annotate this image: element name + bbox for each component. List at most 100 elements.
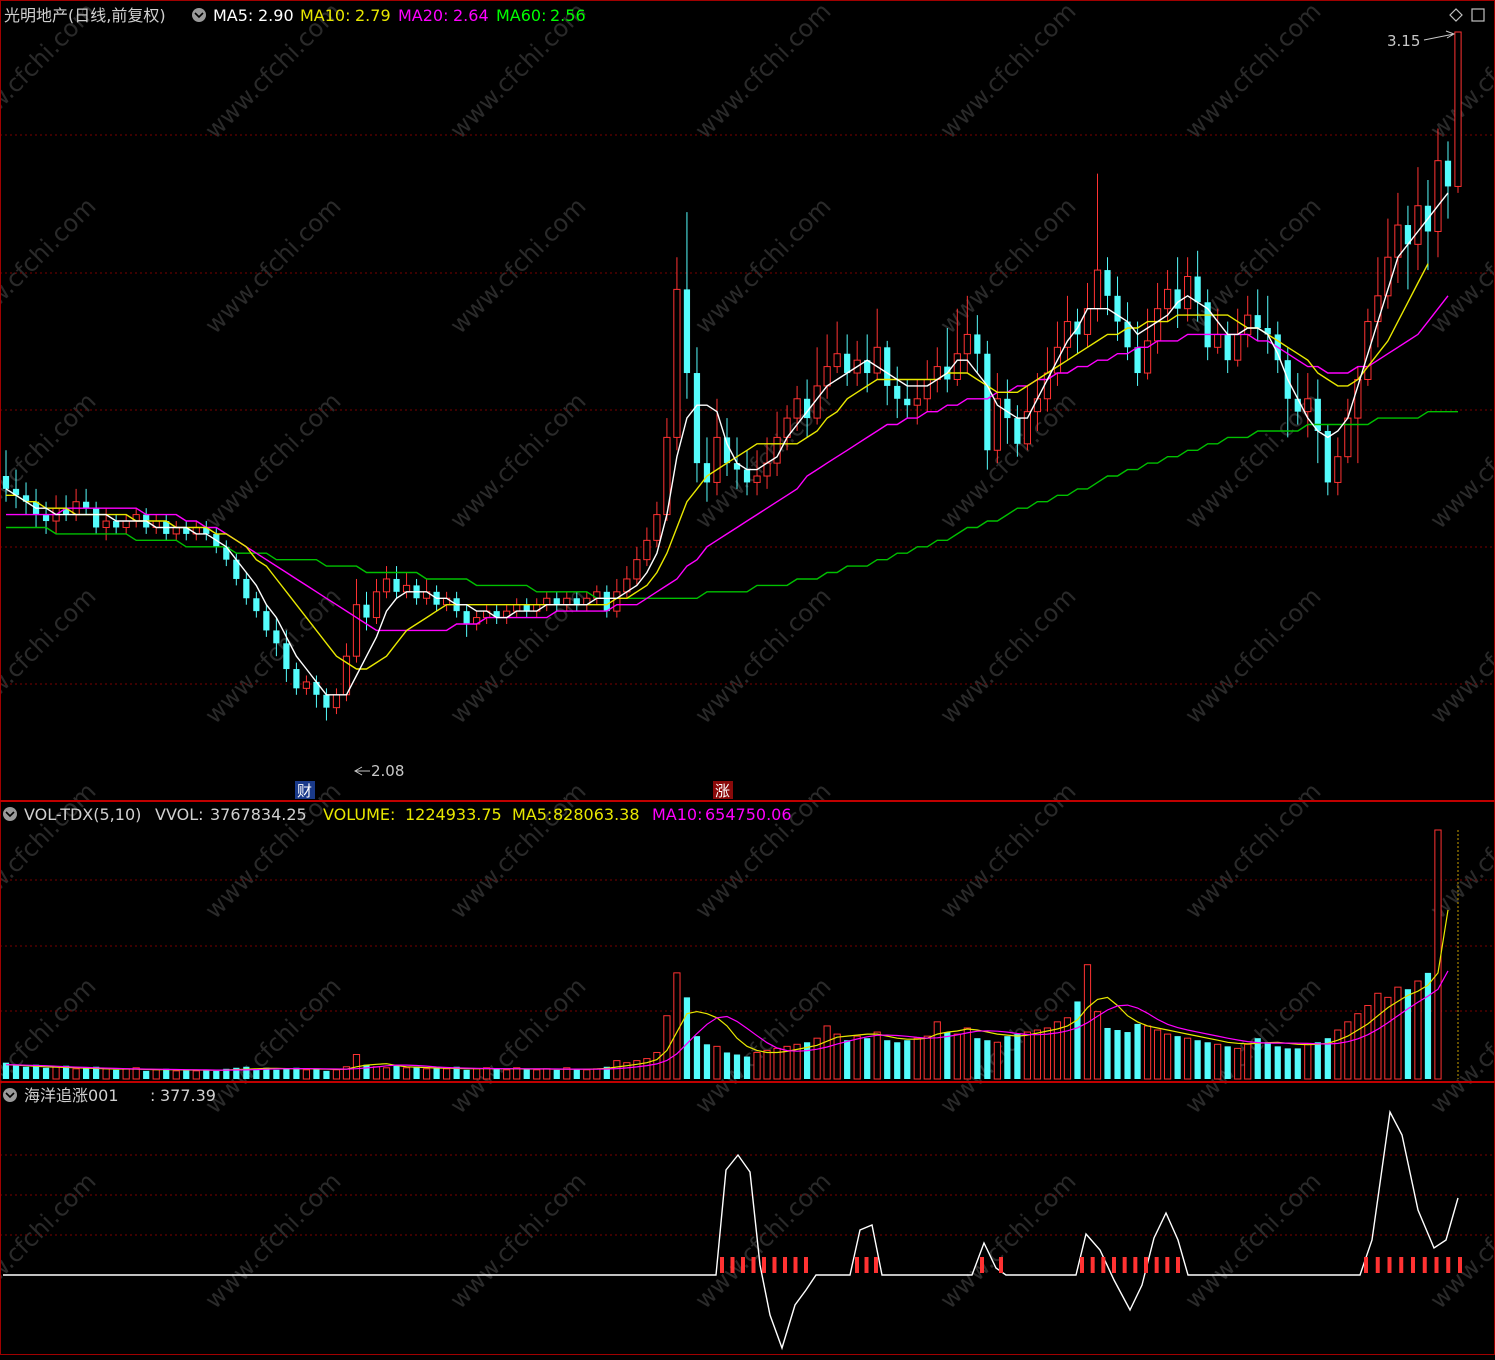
volume-bar: [733, 1054, 741, 1079]
candle-body: [523, 604, 530, 612]
volume-bar: [904, 1040, 911, 1079]
volume-bar: [443, 1068, 451, 1080]
candle-body: [1134, 347, 1141, 374]
candle-body: [823, 366, 831, 387]
volume-bar: [113, 1069, 120, 1079]
volume-bar: [1294, 1048, 1301, 1079]
candle-body: [243, 578, 250, 599]
candle-body: [463, 611, 470, 624]
signal-bar: [1375, 1257, 1380, 1273]
volume-bar: [372, 1066, 381, 1080]
volume-bar: [293, 1067, 300, 1079]
candle-body: [113, 521, 120, 528]
signal-bar: [793, 1257, 798, 1273]
candle-body: [273, 630, 280, 644]
candle-body: [553, 598, 560, 605]
candle-body: [372, 591, 381, 619]
volume-bar: [683, 997, 691, 1079]
volume-bar: [1304, 1043, 1312, 1080]
volume-bar: [884, 1040, 891, 1079]
vvol-value: 3767834.25: [210, 805, 307, 824]
volume-bar: [1244, 1043, 1252, 1080]
volume-bar: [483, 1067, 491, 1080]
volume-bar: [172, 1070, 180, 1080]
volume-bar: [1214, 1043, 1222, 1080]
candle-body: [1104, 270, 1111, 296]
volume-bar: [1023, 1031, 1032, 1080]
dropdown-icon[interactable]: [192, 8, 206, 22]
signal-bar: [804, 1257, 808, 1273]
volume-ma10-label: MA10:: [652, 805, 703, 824]
candle-body: [653, 514, 661, 541]
volume-bar: [1434, 829, 1442, 1080]
volume-bar: [864, 1038, 871, 1079]
candle-body: [402, 584, 411, 593]
volume-bar: [1124, 1032, 1131, 1079]
candle-body: [1434, 160, 1442, 232]
signal-bar: [1090, 1257, 1095, 1273]
signal-bar: [1399, 1257, 1404, 1273]
volume-bar: [1104, 1027, 1111, 1079]
volume-bar: [12, 1064, 20, 1079]
candle-body: [923, 378, 931, 400]
volume-bar: [1163, 1033, 1172, 1080]
signal-bar: [999, 1257, 1003, 1273]
volume-bar: [763, 1049, 771, 1080]
volume-bar: [463, 1069, 470, 1079]
volume-bar: [302, 1069, 311, 1080]
indicator-dropdown-icon[interactable]: [3, 1088, 17, 1102]
candle-body: [1004, 398, 1011, 419]
volume-bar: [953, 1033, 961, 1080]
candle-body: [603, 591, 610, 612]
candle-body: [1304, 398, 1312, 413]
candle-body: [1454, 31, 1462, 187]
volume-bar: [382, 1067, 391, 1080]
candle-body: [1194, 276, 1201, 303]
volume-bar: [523, 1068, 530, 1079]
volume-bar: [102, 1068, 110, 1080]
candle-body: [1414, 205, 1422, 245]
volume-bar: [693, 1036, 701, 1079]
volume-bar: [1274, 1046, 1281, 1079]
signal-bar: [1080, 1257, 1084, 1273]
candle-body: [1184, 276, 1192, 310]
volume-bar: [844, 1040, 851, 1079]
candle-body: [1033, 398, 1042, 413]
ma20-value: 2.64: [453, 6, 489, 25]
volume-indicator-name: VOL-TDX(5,10): [24, 805, 141, 824]
volume-bar: [323, 1070, 330, 1079]
signal-bar: [1112, 1257, 1116, 1273]
volume-bar: [1174, 1036, 1181, 1079]
volume-bar: [1014, 1034, 1021, 1079]
volume-bar: [1234, 1047, 1242, 1080]
volume-value: 1224933.75: [405, 805, 502, 824]
volume-bar: [853, 1035, 861, 1080]
volume-bar: [413, 1066, 420, 1079]
candle-body: [673, 288, 681, 438]
volume-bar: [963, 1027, 971, 1080]
candle-body: [263, 611, 270, 631]
volume-bar: [143, 1070, 150, 1079]
candle-body: [613, 591, 621, 612]
volume-bar: [923, 1035, 931, 1080]
volume-bar: [42, 1067, 50, 1079]
candle-body: [1394, 224, 1402, 258]
candle-body: [122, 520, 130, 528]
chart-canvas[interactable]: www.cfchi.com www.cfchi.com www.cfchi.com w…: [0, 0, 1495, 1355]
signal-bar: [783, 1257, 787, 1273]
volume-bar: [1153, 1029, 1162, 1080]
volume-bar: [993, 1041, 1001, 1080]
volume-bar: [1374, 992, 1382, 1080]
indicator-separator: :: [150, 1086, 155, 1105]
candle-body: [1014, 418, 1021, 444]
candle-body: [172, 526, 180, 535]
volume-bar: [283, 1068, 290, 1079]
signal-bar: [751, 1257, 756, 1273]
signal-bar: [1133, 1257, 1138, 1273]
candle-body: [253, 598, 260, 612]
volume-ma5-value: 828063.38: [553, 805, 640, 824]
volume-dropdown-icon[interactable]: [3, 807, 17, 821]
volume-bar: [1114, 1030, 1121, 1079]
volume-bar: [1334, 1029, 1342, 1080]
volume-bar: [613, 1060, 621, 1080]
